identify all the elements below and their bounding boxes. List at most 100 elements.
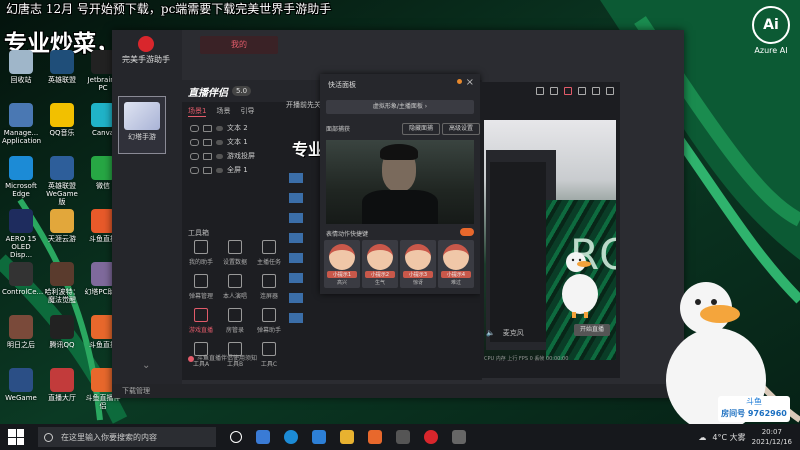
taskbar-search[interactable]: 在这里输入你要搜索的内容 [38,427,216,447]
toolbox-item[interactable]: 弹幕助手 [252,308,286,334]
desktop-icon[interactable]: AERO 15 OLED Disp... [2,209,40,259]
azure-watermark: Ai Azure AI [750,6,792,55]
minimize-icon[interactable] [592,87,600,95]
assistant-app-icon[interactable] [424,430,438,444]
advanced-settings-button[interactable]: 高级设置 [442,123,480,135]
emote-tag: 小提示3 [403,271,433,278]
mic-icon[interactable]: 🔈 [486,329,495,337]
emote-item[interactable]: 小提示4 难过 [438,240,474,288]
app-icon[interactable] [452,430,466,444]
tool-icon [194,308,208,322]
emote-name: 生气 [374,280,385,286]
eye-icon[interactable] [190,166,199,174]
tool-icon [194,274,208,288]
douyu-room-id: 房间号 9762960 [721,409,787,418]
scene-label: 全屏 1 [227,166,248,174]
eye-icon[interactable] [190,124,199,132]
nested-window-preview-inner [490,162,546,342]
desktop-icon-label: 明日之后 [7,341,35,349]
desktop-icon[interactable]: WeGame [2,368,40,402]
desktop-icon[interactable]: Microsoft Edge [2,156,40,198]
settings-icon[interactable] [578,87,586,95]
download-manager-bar[interactable]: 下载管理 [112,384,684,398]
app-icon [50,315,74,339]
quick-panel-title: 快活面板 [328,81,356,89]
gift-icon[interactable] [550,87,558,95]
desktop-icon[interactable]: 直播大厅 [43,368,81,402]
duck-mascot-small [562,252,598,318]
tab-mine[interactable]: 我的 [200,36,278,54]
message-icon[interactable] [564,87,572,95]
desktop-icon-label: 天涯云游 [48,235,76,243]
toolbox-item[interactable]: 设置数据 [218,240,252,266]
lock-icon[interactable] [203,166,212,174]
app-icon [50,209,74,233]
tab-scene-2[interactable]: 场景 [216,106,230,117]
desktop-icon-label: 英雄联盟 [48,76,76,84]
desktop-icon[interactable]: 明日之后 [2,315,40,349]
lock-icon[interactable] [203,124,212,132]
pw2-toolbar [480,82,620,100]
emote-item[interactable]: 小提示3 惊讶 [400,240,436,288]
edge-icon[interactable] [284,430,298,444]
toolbox-item[interactable]: 本人演唱 [218,274,252,300]
emote-name: 难过 [450,280,461,286]
status-bar: CPU 内存 上行 FPS 0 丢帧 00:00:00 [484,356,569,362]
eye-icon[interactable] [190,152,199,160]
toolbox-item[interactable]: 弹幕管理 [184,274,218,300]
user-icon[interactable] [536,87,544,95]
desktop-icon[interactable]: ControlCe... [2,262,43,296]
weather-text[interactable]: 4°C 大雾 [712,432,745,443]
webcam-preview [326,140,474,224]
pw-notice-link[interactable]: 斗鱼直播伴侣使用须知 [188,353,257,362]
start-live-button[interactable]: 开始直播 [574,324,610,336]
toolbox-item[interactable]: 游戏直播 [184,308,218,334]
app-icon [9,209,33,233]
task-view-icon[interactable] [256,430,270,444]
store-icon[interactable] [312,430,326,444]
file-explorer-icon[interactable] [340,430,354,444]
desktop-icon[interactable]: 英雄联盟 WeGame版 [43,156,81,206]
app-icon[interactable] [396,430,410,444]
toolbox-item[interactable]: 我的助手 [184,240,218,266]
desktop-icon[interactable]: QQ音乐 [43,103,81,137]
desktop-icon[interactable]: 英雄联盟 [43,50,81,84]
emote-face [443,244,469,270]
tab-scene-1[interactable]: 场景1 [188,106,207,117]
emote-item[interactable]: 小提示1 高兴 [324,240,360,288]
desktop-icon[interactable]: 天涯云游 [43,209,81,243]
desktop-icon[interactable]: Manage... Application [2,103,41,145]
tab-guide[interactable]: 引导 [240,106,254,117]
close-icon[interactable]: × [466,77,474,88]
tool-label: 设置数据 [222,259,247,266]
app-icon [50,368,74,392]
toolbox-item[interactable]: 主播任务 [252,240,286,266]
desktop-icon[interactable]: 腾讯QQ [43,315,81,349]
douyu-app-icon[interactable] [368,430,382,444]
lock-icon[interactable] [203,152,212,160]
chevron-down-icon[interactable]: ⌄ [142,360,150,371]
pin-icon[interactable] [457,79,462,84]
desktop-icon[interactable]: 哈利波特：魔法觉醒 [43,262,81,304]
desktop-icon-label: WeGame [5,394,37,402]
toolbox-item[interactable]: 连屏器 [252,274,286,300]
game-tile-huanta[interactable]: 幻塔手游 [118,96,166,154]
emote-hotkeys-toggle[interactable] [460,228,474,236]
avatar-panel-button[interactable]: 虚拟形象/主播面板 › [326,100,474,114]
desktop-icon-label: 回收站 [10,76,32,84]
hide-capture-button[interactable]: 隐藏面捕 [402,123,441,135]
cortana-icon[interactable] [230,431,242,443]
desktop-icon[interactable]: 回收站 [2,50,40,84]
windows-start-icon[interactable] [8,429,24,445]
close-icon[interactable] [606,87,614,95]
toolbox-item[interactable]: 工具C [252,342,286,368]
tool-icon [228,308,242,322]
eye-icon[interactable] [190,138,199,146]
assistant-sidebar: 完美手游助手 幻塔手游 ⌄ [112,30,182,398]
lock-icon[interactable] [203,138,212,146]
audio-controls: 🔈 麦克风 [486,328,524,338]
taskbar-clock[interactable]: 20:07 2021/12/16 [752,427,792,447]
emote-item[interactable]: 小提示2 生气 [362,240,398,288]
toolbox-item[interactable]: 房管录 [218,308,252,334]
scene-label: 游戏投屏 [227,152,255,160]
